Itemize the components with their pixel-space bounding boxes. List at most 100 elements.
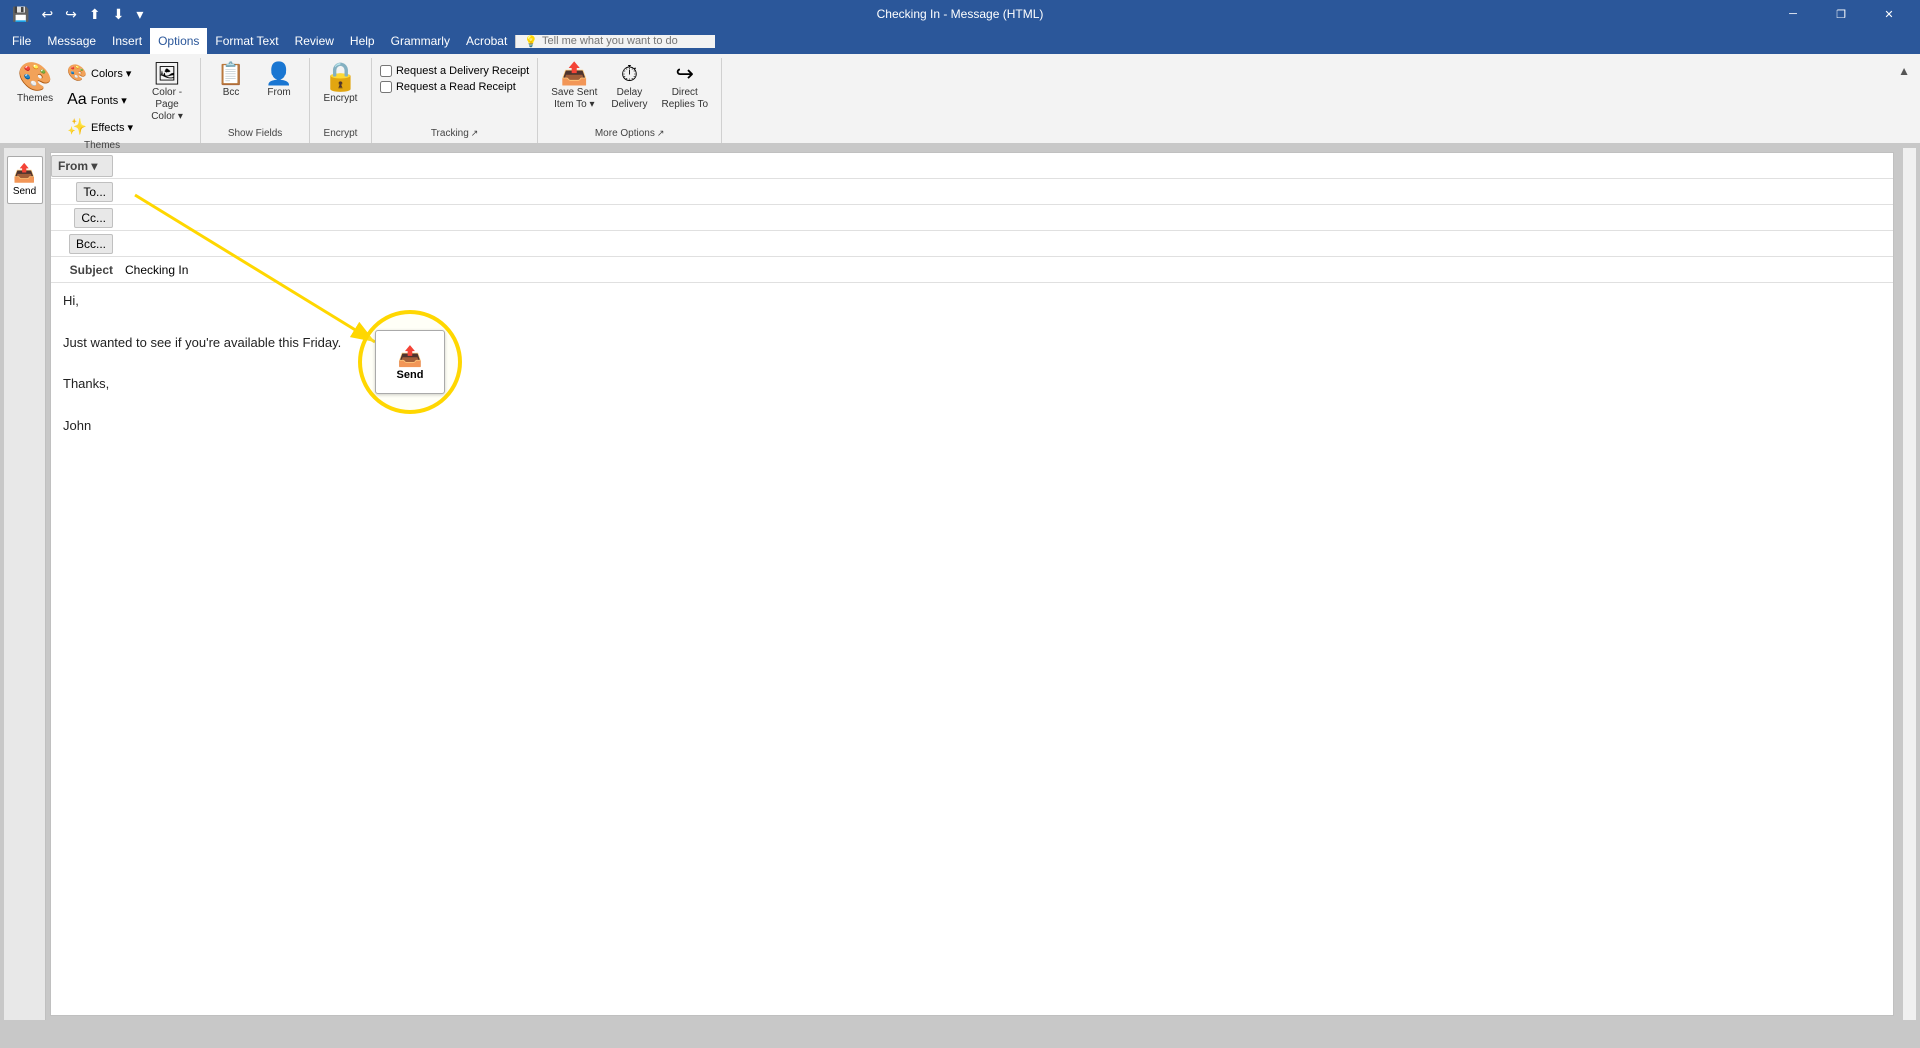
compose-body[interactable]: Hi, Just wanted to see if you're availab… <box>51 283 1893 783</box>
themes-content: 🎨 Themes 🎨 Colors ▾ Aa Fonts ▾ ✨ Effects… <box>12 60 192 140</box>
tell-me-input[interactable] <box>542 35 702 47</box>
more-options-group-label[interactable]: More Options ↗ <box>546 128 713 141</box>
show-fields-group-label-text: Show Fields <box>228 128 282 139</box>
ribbon-group-show-fields: 📋 Bcc 👤 From Show Fields <box>201 58 310 143</box>
menu-acrobat[interactable]: Acrobat <box>458 28 515 54</box>
from-icon: 👤 <box>265 63 292 85</box>
direct-replies-button[interactable]: ↪ DirectReplies To <box>657 60 714 124</box>
encrypt-label: Encrypt <box>324 93 358 105</box>
from-dropdown-label: From ▾ <box>58 159 97 173</box>
encrypt-group-label-text: Encrypt <box>324 128 358 139</box>
body-line-4 <box>63 353 1881 374</box>
window-controls[interactable]: ─ ❐ ✕ <box>1770 0 1912 28</box>
subject-input[interactable] <box>121 257 1893 282</box>
tracking-group-label-text: Tracking <box>431 128 469 139</box>
send-button[interactable]: 📤 Send <box>7 156 43 204</box>
body-line-6 <box>63 395 1881 416</box>
colors-button[interactable]: 🎨 Colors ▾ <box>62 60 138 86</box>
from-input[interactable] <box>121 153 1893 178</box>
themes-label: Themes <box>17 93 53 105</box>
themes-button[interactable]: 🎨 Themes <box>12 60 58 124</box>
to-field-label: To... <box>51 182 121 202</box>
send-panel: 📤 Send <box>4 148 46 1020</box>
cc-field-label: Cc... <box>51 208 121 228</box>
send-icon: 📤 <box>13 163 35 184</box>
read-receipt-label: Request a Read Receipt <box>396 81 516 93</box>
delivery-receipt-input[interactable] <box>380 65 392 77</box>
fonts-button[interactable]: Aa Fonts ▾ <box>62 88 138 112</box>
close-button[interactable]: ✕ <box>1866 0 1912 28</box>
menu-format-text[interactable]: Format Text <box>207 28 286 54</box>
ribbon-group-tracking: Request a Delivery Receipt Request a Rea… <box>372 58 538 143</box>
window-title: Checking In - Message (HTML) <box>877 7 1044 21</box>
menu-bar: File Message Insert Options Format Text … <box>0 28 1920 54</box>
more-options-group-label-text: More Options <box>595 128 655 139</box>
ribbon-collapse-button[interactable]: ▲ <box>1892 62 1916 80</box>
compose-bcc-field: Bcc... <box>51 231 1893 257</box>
bcc-button[interactable]: 📋 Bcc <box>209 60 253 124</box>
more-options-launch-icon[interactable]: ↗ <box>657 128 665 139</box>
fonts-icon: Aa <box>67 91 87 109</box>
bcc-label: Bcc <box>223 87 240 99</box>
bcc-input[interactable] <box>121 231 1893 256</box>
show-fields-group-label[interactable]: Show Fields <box>209 128 301 141</box>
effects-label: Effects ▾ <box>91 121 133 134</box>
scrollbar[interactable] <box>1902 148 1916 1020</box>
tell-me-bar[interactable]: 💡 <box>515 35 715 48</box>
colors-icon: 🎨 <box>67 63 87 83</box>
delivery-receipt-label: Request a Delivery Receipt <box>396 65 529 77</box>
delivery-receipt-checkbox[interactable]: Request a Delivery Receipt <box>380 64 529 78</box>
menu-file[interactable]: File <box>4 28 39 54</box>
from-dropdown-button[interactable]: From ▾ <box>51 155 113 177</box>
menu-review[interactable]: Review <box>287 28 342 54</box>
menu-insert[interactable]: Insert <box>104 28 150 54</box>
encrypt-group-label[interactable]: Encrypt <box>318 128 363 141</box>
dropdown-icon[interactable]: ▾ <box>132 4 147 25</box>
direct-replies-label: DirectReplies To <box>662 87 709 111</box>
menu-grammarly[interactable]: Grammarly <box>383 28 458 54</box>
save-sent-item-button[interactable]: 📤 Save SentItem To ▾ <box>546 60 602 124</box>
prev-icon[interactable]: ⬆ <box>85 4 105 25</box>
page-color-icon: 🖼 <box>153 63 181 85</box>
redo-icon[interactable]: ↪ <box>61 4 81 25</box>
main-layout: 📤 Send From ▾ To... <box>0 144 1920 1024</box>
title-bar: 💾 ↩ ↪ ⬆ ⬇ ▾ Checking In - Message (HTML)… <box>0 0 1920 28</box>
restore-button[interactable]: ❐ <box>1818 0 1864 28</box>
to-input[interactable] <box>121 179 1893 204</box>
undo-icon[interactable]: ↩ <box>37 4 57 25</box>
quick-access-toolbar[interactable]: 💾 ↩ ↪ ⬆ ⬇ ▾ <box>8 4 147 25</box>
fonts-label: Fonts ▾ <box>91 94 127 107</box>
read-receipt-checkbox[interactable]: Request a Read Receipt <box>380 80 529 94</box>
body-line-7: John <box>63 416 1881 437</box>
body-line-1: Hi, <box>63 291 1881 312</box>
read-receipt-input[interactable] <box>380 81 392 93</box>
effects-icon: ✨ <box>67 117 87 137</box>
effects-button[interactable]: ✨ Effects ▾ <box>62 114 138 140</box>
cc-input[interactable] <box>121 205 1893 230</box>
compose-cc-field: Cc... <box>51 205 1893 231</box>
delay-delivery-icon: ⏱ <box>621 63 638 85</box>
minimize-button[interactable]: ─ <box>1770 0 1816 28</box>
tracking-launch-icon[interactable]: ↗ <box>471 128 479 139</box>
ribbon-group-more-options: 📤 Save SentItem To ▾ ⏱ DelayDelivery ↪ D… <box>538 58 722 143</box>
bcc-button[interactable]: Bcc... <box>69 234 113 254</box>
bcc-icon: 📋 <box>217 63 244 85</box>
lightbulb-icon: 💡 <box>524 35 538 48</box>
menu-options[interactable]: Options <box>150 28 207 54</box>
compose-from-field: From ▾ <box>51 153 1893 179</box>
next-icon[interactable]: ⬇ <box>109 4 129 25</box>
menu-message[interactable]: Message <box>39 28 104 54</box>
from-label: From <box>267 87 290 99</box>
menu-help[interactable]: Help <box>342 28 383 54</box>
encrypt-button[interactable]: 🔒 Encrypt <box>318 60 363 124</box>
from-button[interactable]: 👤 From <box>257 60 301 124</box>
page-color-button[interactable]: 🖼 Color -PageColor ▾ <box>142 60 192 124</box>
subject-field-label: Subject <box>51 263 121 277</box>
compose-container: From ▾ To... Cc... <box>50 152 1894 1016</box>
save-icon[interactable]: 💾 <box>8 4 33 25</box>
to-button[interactable]: To... <box>76 182 113 202</box>
tracking-content: Request a Delivery Receipt Request a Rea… <box>380 60 529 128</box>
tracking-group-label[interactable]: Tracking ↗ <box>380 128 529 141</box>
cc-button[interactable]: Cc... <box>74 208 113 228</box>
delay-delivery-button[interactable]: ⏱ DelayDelivery <box>606 60 652 124</box>
